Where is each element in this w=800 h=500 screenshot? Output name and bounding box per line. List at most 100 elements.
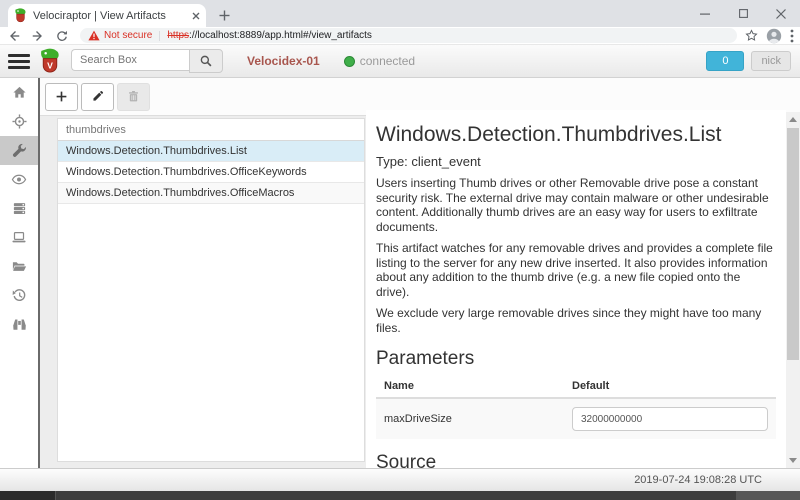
connection-status-label: connected xyxy=(360,54,415,68)
global-search xyxy=(71,49,223,73)
search-input[interactable] xyxy=(71,49,189,71)
status-footer: 2019-07-24 19:08:28 UTC xyxy=(0,468,800,491)
address-divider xyxy=(159,31,160,41)
scroll-up-arrow-icon[interactable] xyxy=(789,117,797,122)
tab-close-icon[interactable] xyxy=(192,12,200,20)
browser-actions xyxy=(745,28,794,44)
reload-icon xyxy=(56,30,68,42)
address-bar[interactable]: Not secure https://localhost:8889/app.ht… xyxy=(80,28,737,43)
parameters-heading: Parameters xyxy=(376,348,776,370)
notifications-button[interactable]: 0 xyxy=(706,51,744,71)
client-name[interactable]: Velocidex-01 xyxy=(247,54,320,68)
param-col-default: Default xyxy=(564,375,776,398)
wrench-icon xyxy=(12,143,27,158)
artifact-description-paragraph: This artifact watches for any removable … xyxy=(376,241,776,299)
parameter-name: maxDriveSize xyxy=(376,398,564,439)
user-menu-button[interactable]: nick xyxy=(751,51,791,71)
back-arrow-icon xyxy=(8,30,20,42)
sidebar-item-view-artifacts[interactable] xyxy=(0,136,38,165)
delete-artifact-button[interactable] xyxy=(117,83,150,111)
url-text: ://localhost:8889/app.html#/view_artifac… xyxy=(189,30,372,41)
trash-icon xyxy=(127,90,140,103)
binoculars-icon xyxy=(12,317,27,332)
tab-title: Velociraptor | View Artifacts xyxy=(33,10,192,22)
taskbar-segment xyxy=(736,491,800,500)
folder-open-icon xyxy=(11,259,27,274)
browser-tab[interactable]: Velociraptor | View Artifacts xyxy=(8,4,206,27)
edit-artifact-button[interactable] xyxy=(81,83,114,111)
browser-menu-kebab-icon[interactable] xyxy=(790,29,794,43)
parameters-table: Name Default maxDriveSize xyxy=(376,375,776,439)
sidebar-item-client-events[interactable] xyxy=(0,165,38,194)
sidebar-item-host-information[interactable] xyxy=(0,223,38,252)
scrollbar-thumb[interactable] xyxy=(787,128,799,360)
server-icon xyxy=(12,201,27,216)
detail-scrollbar[interactable] xyxy=(786,112,800,468)
hamburger-menu-icon[interactable] xyxy=(8,54,30,69)
back-button[interactable] xyxy=(4,28,24,44)
artifact-type: Type: client_event xyxy=(376,154,776,169)
plus-icon xyxy=(219,10,230,21)
param-col-name: Name xyxy=(376,375,564,398)
history-icon xyxy=(12,288,27,303)
search-button[interactable] xyxy=(189,49,223,73)
laptop-icon xyxy=(11,230,27,245)
artifact-title: Windows.Detection.Thumbdrives.List xyxy=(376,123,776,147)
maximize-icon xyxy=(739,9,748,18)
nav-sidebar xyxy=(0,78,40,468)
parameter-row: maxDriveSize xyxy=(376,398,776,439)
artifact-list-item[interactable]: Windows.Detection.Thumbdrives.OfficeMacr… xyxy=(58,183,364,204)
plus-icon xyxy=(55,90,68,103)
artifact-description-paragraph: Users inserting Thumb drives or other Re… xyxy=(376,176,776,234)
window-controls xyxy=(686,0,800,27)
forward-arrow-icon xyxy=(32,30,44,42)
artifact-filter-input[interactable] xyxy=(58,119,364,141)
url-scheme: https xyxy=(167,30,189,41)
browser-tab-strip: Velociraptor | View Artifacts xyxy=(0,0,800,27)
not-secure-label: Not secure xyxy=(104,30,152,41)
profile-avatar-icon[interactable] xyxy=(766,28,782,44)
window-minimize-button[interactable] xyxy=(686,0,724,27)
sidebar-item-search-clients[interactable] xyxy=(0,310,38,339)
taskbar-segment xyxy=(0,491,56,500)
close-icon xyxy=(776,9,786,19)
artifact-list-item[interactable]: Windows.Detection.Thumbdrives.OfficeKeyw… xyxy=(58,162,364,183)
sidebar-item-hunt-manager[interactable] xyxy=(0,107,38,136)
home-icon xyxy=(12,85,27,100)
crosshairs-icon xyxy=(12,114,27,129)
screen: Velociraptor | View Artifacts xyxy=(0,0,800,500)
velociraptor-favicon-icon xyxy=(14,8,27,23)
sidebar-item-collected-artifacts[interactable] xyxy=(0,281,38,310)
velociraptor-logo-icon: V xyxy=(39,48,61,74)
browser-toolbar: Not secure https://localhost:8889/app.ht… xyxy=(0,27,800,45)
reload-button[interactable] xyxy=(52,28,72,44)
os-taskbar xyxy=(0,491,800,500)
source-heading: Source xyxy=(376,452,776,468)
pencil-icon xyxy=(91,90,104,103)
add-artifact-button[interactable] xyxy=(45,83,78,111)
connection-status-dot xyxy=(344,56,355,67)
parameter-default-input[interactable] xyxy=(572,407,768,431)
search-icon xyxy=(199,54,213,68)
minimize-icon xyxy=(700,9,710,19)
window-close-button[interactable] xyxy=(762,0,800,27)
sidebar-item-virtual-filesystem[interactable] xyxy=(0,252,38,281)
artifact-description-paragraph: We exclude very large removable drives s… xyxy=(376,306,776,335)
artifact-detail-panel: Windows.Detection.Thumbdrives.List Type:… xyxy=(366,110,786,468)
sidebar-item-server-events[interactable] xyxy=(0,194,38,223)
bookmark-star-icon[interactable] xyxy=(745,29,758,42)
artifact-list: Windows.Detection.Thumbdrives.ListWindow… xyxy=(58,141,364,204)
eye-icon xyxy=(11,172,27,187)
window-maximize-button[interactable] xyxy=(724,0,762,27)
scroll-down-arrow-icon[interactable] xyxy=(789,458,797,463)
sidebar-item-home[interactable] xyxy=(0,78,38,107)
main-content: Windows.Detection.Thumbdrives.ListWindow… xyxy=(40,78,800,468)
server-timestamp: 2019-07-24 19:08:28 UTC xyxy=(634,474,800,486)
artifact-list-item[interactable]: Windows.Detection.Thumbdrives.List xyxy=(58,141,364,162)
forward-button[interactable] xyxy=(28,28,48,44)
app-header: V Velocidex-01 connected 0 nick xyxy=(0,45,800,78)
logo-letter: V xyxy=(47,61,53,71)
artifact-list-panel: Windows.Detection.Thumbdrives.ListWindow… xyxy=(57,118,365,462)
new-tab-button[interactable] xyxy=(216,7,232,23)
not-secure-warning-icon xyxy=(88,30,100,41)
